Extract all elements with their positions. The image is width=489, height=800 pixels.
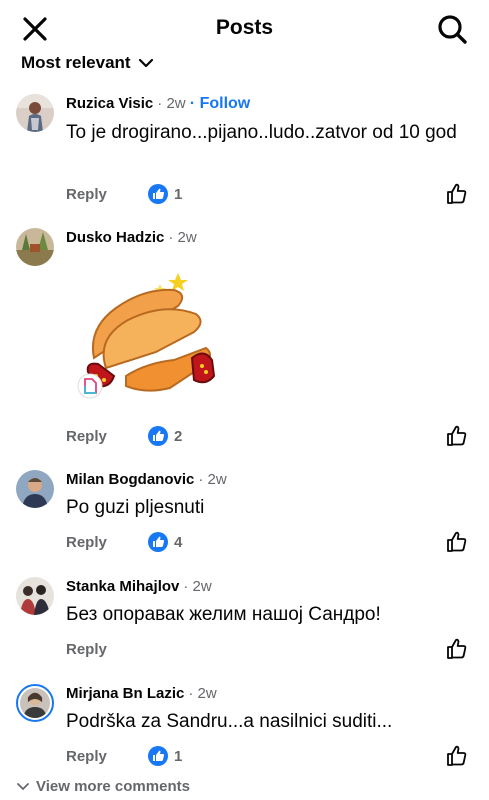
avatar[interactable] xyxy=(16,94,54,132)
sort-label: Most relevant xyxy=(21,53,131,72)
like-icon[interactable] xyxy=(445,744,469,768)
view-more-label: View more comments xyxy=(36,778,190,795)
avatar[interactable] xyxy=(16,228,54,266)
reply-button[interactable]: Reply xyxy=(66,428,148,445)
comment-text: To je drogirano...pijano..ludo..zatvor o… xyxy=(66,122,457,143)
search-icon[interactable] xyxy=(435,12,469,46)
view-more-comments-button[interactable]: View more comments xyxy=(16,778,190,795)
comment-text: Po guzi pljesnuti xyxy=(66,497,205,518)
like-icon[interactable] xyxy=(445,182,469,206)
reply-button[interactable]: Reply xyxy=(66,534,148,551)
author-name[interactable]: Dusko Hadzic xyxy=(66,229,164,246)
chevron-down-icon xyxy=(17,782,29,790)
comment-text: Podrška za Sandru...a nasilnici suditi..… xyxy=(66,711,393,732)
comment-actions: Reply 1 xyxy=(66,182,182,206)
sort-dropdown[interactable]: Most relevant xyxy=(21,50,155,76)
like-badge-icon[interactable] xyxy=(148,184,168,204)
chevron-down-icon xyxy=(138,58,153,68)
comment-actions: Reply 2 xyxy=(66,424,182,448)
comment-meta: Milan Bogdanovic · 2w xyxy=(66,470,227,490)
comment-actions: Reply xyxy=(66,637,148,661)
page-title: Posts xyxy=(215,16,274,39)
comment-meta: Ruzica Visic · 2w · Follow xyxy=(66,94,250,114)
timestamp: · 2w xyxy=(157,95,186,112)
comment-meta: Dusko Hadzic · 2w xyxy=(66,228,197,248)
like-icon[interactable] xyxy=(445,424,469,448)
reply-button[interactable]: Reply xyxy=(66,748,148,765)
comment-actions: Reply 1 xyxy=(66,744,182,768)
clapping-hands-sticker[interactable] xyxy=(66,268,226,408)
top-bar: Posts xyxy=(0,0,489,56)
like-count: 2 xyxy=(174,427,183,445)
comment-actions: Reply 4 xyxy=(66,530,182,554)
timestamp: · 2w xyxy=(183,578,212,595)
timestamp: · 2w xyxy=(168,229,197,246)
comment-meta: Mirjana Bn Lazic · 2w xyxy=(66,684,217,704)
like-badge-icon[interactable] xyxy=(148,426,168,446)
author-name[interactable]: Stanka Mihajlov xyxy=(66,578,179,595)
avatar[interactable] xyxy=(16,684,54,722)
timestamp: · 2w xyxy=(198,471,227,488)
like-count: 4 xyxy=(174,533,183,551)
follow-button[interactable]: · Follow xyxy=(190,95,250,112)
like-badge-icon[interactable] xyxy=(148,532,168,552)
avatar[interactable] xyxy=(16,577,54,615)
author-name[interactable]: Mirjana Bn Lazic xyxy=(66,685,184,702)
like-count: 1 xyxy=(174,185,183,203)
avatar[interactable] xyxy=(16,470,54,508)
reply-button[interactable]: Reply xyxy=(66,641,148,658)
reply-button[interactable]: Reply xyxy=(66,186,148,203)
timestamp: · 2w xyxy=(188,685,217,702)
like-count: 1 xyxy=(174,747,183,765)
author-name[interactable]: Milan Bogdanovic xyxy=(66,471,194,488)
author-name[interactable]: Ruzica Visic xyxy=(66,95,153,112)
comment-meta: Stanka Mihajlov · 2w xyxy=(66,577,212,597)
comment-text: Без опоравак желим нашој Сандро! xyxy=(66,604,381,625)
like-badge-icon[interactable] xyxy=(148,746,168,766)
like-icon[interactable] xyxy=(445,637,469,661)
like-icon[interactable] xyxy=(445,530,469,554)
